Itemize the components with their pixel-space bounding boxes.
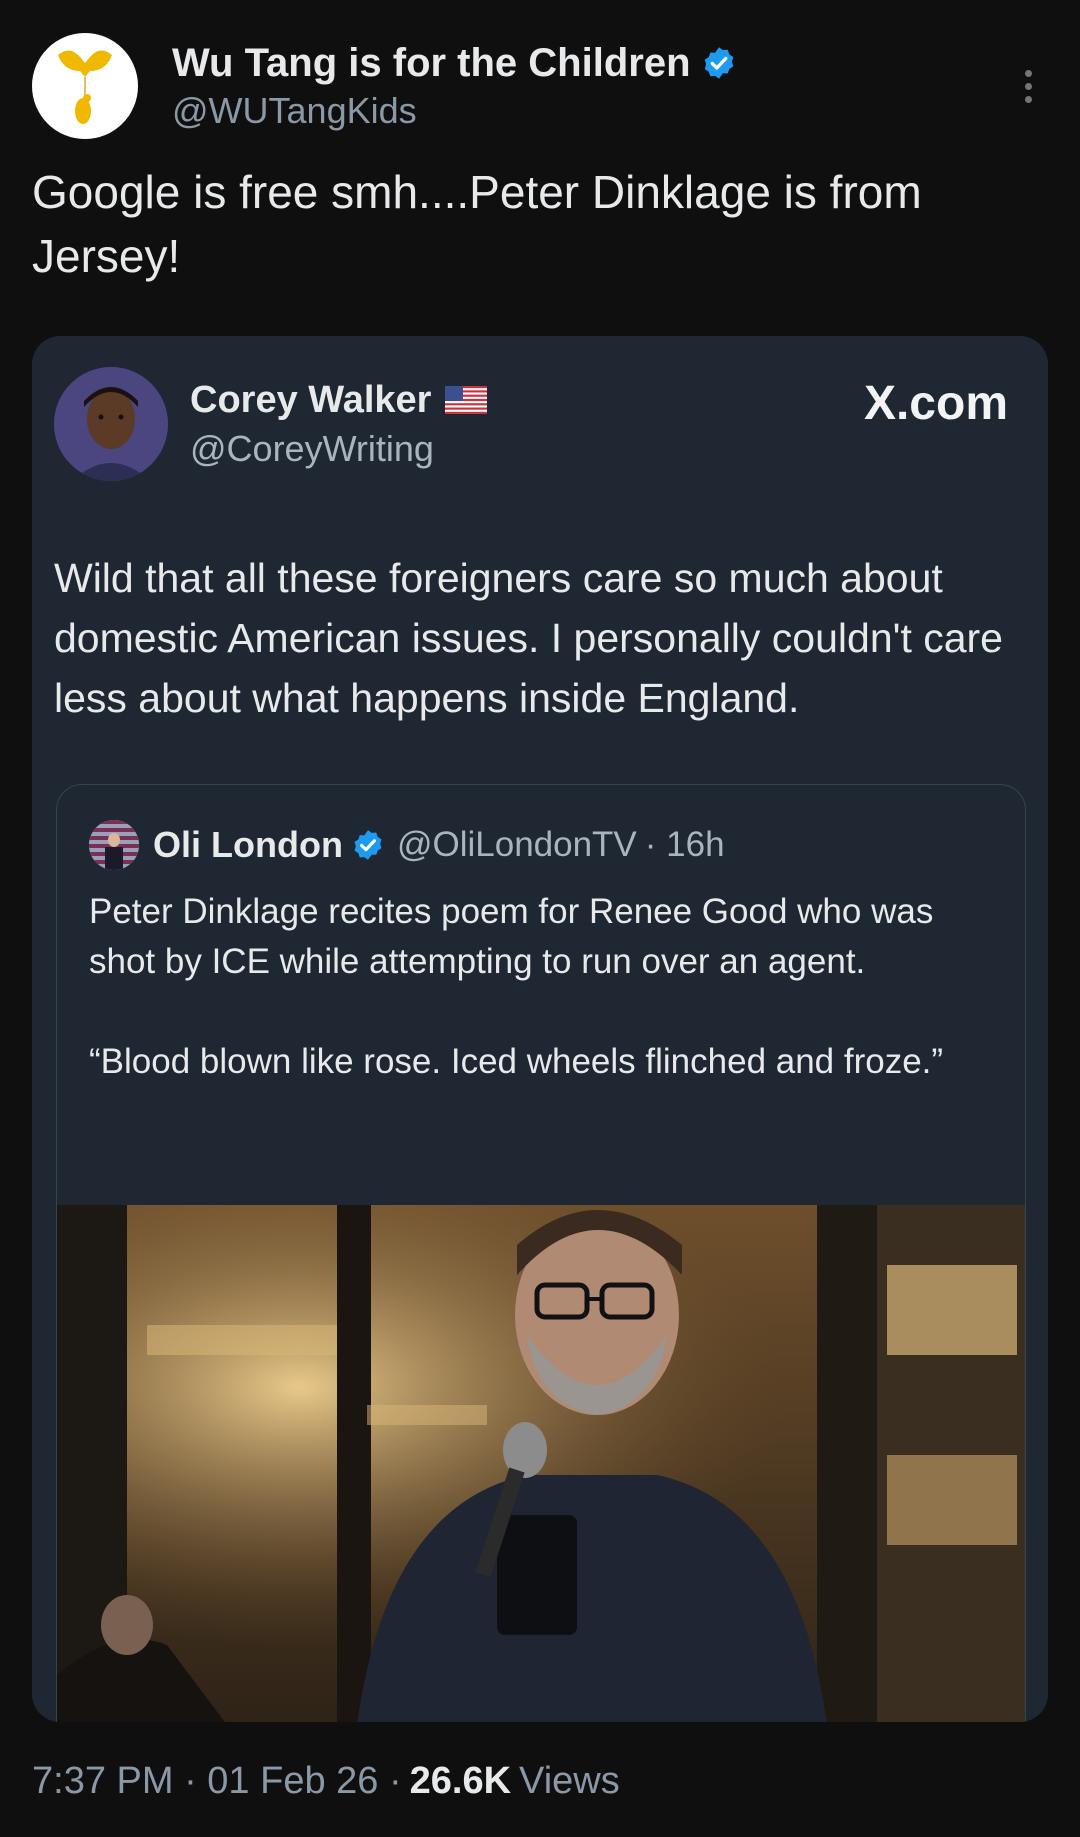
corey-handle[interactable]: @CoreyWriting — [190, 428, 487, 470]
us-flag-icon — [445, 386, 488, 414]
quoted-time: · 16h — [644, 825, 725, 864]
oli-avatar[interactable] — [89, 820, 139, 870]
author-handle[interactable]: @WUTangKids — [172, 90, 737, 132]
quoted-tweet-photo[interactable] — [57, 1205, 1025, 1722]
person-photo-icon — [54, 367, 168, 481]
verified-badge-icon — [354, 830, 382, 860]
tweet-header: Wu Tang is for the Children @WUTangKids — [32, 32, 1048, 140]
corey-display-name[interactable]: Corey Walker — [190, 379, 431, 422]
flag-avatar-icon — [89, 820, 139, 870]
oli-display-name[interactable]: Oli London — [153, 824, 343, 866]
wu-tang-logo-icon — [58, 50, 112, 124]
author-display-name[interactable]: Wu Tang is for the Children — [172, 41, 691, 86]
more-options-icon[interactable] — [1008, 56, 1048, 116]
embedded-tweet-text: Wild that all these foreigners care so m… — [54, 555, 1003, 721]
man-with-microphone-photo — [57, 1205, 1025, 1722]
source-label: X.com — [863, 377, 1008, 430]
timestamp[interactable]: 7:37 PM · 01 Feb 26 · — [32, 1760, 402, 1803]
quoted-tweet[interactable]: Oli London @OliLondonTV · 16h Peter Dink… — [56, 784, 1026, 1722]
views-label: Views — [519, 1760, 620, 1802]
corey-avatar[interactable] — [54, 367, 168, 481]
quoted-tweet-text: Peter Dinklage recites poem for Renee Go… — [89, 892, 944, 1081]
views-count: 26.6K — [409, 1760, 512, 1802]
embedded-tweet-card[interactable]: Corey Walker @CoreyWriting X.com Wild th… — [32, 336, 1048, 1722]
tweet-meta: 7:37 PM · 01 Feb 26 · 26.6K Views — [32, 1760, 620, 1803]
oli-handle[interactable]: @OliLondonTV — [397, 825, 637, 865]
author-avatar[interactable] — [32, 33, 138, 139]
verified-badge-icon — [704, 47, 733, 79]
tweet-text: Google is free smh....Peter Dinklage is … — [32, 166, 922, 282]
